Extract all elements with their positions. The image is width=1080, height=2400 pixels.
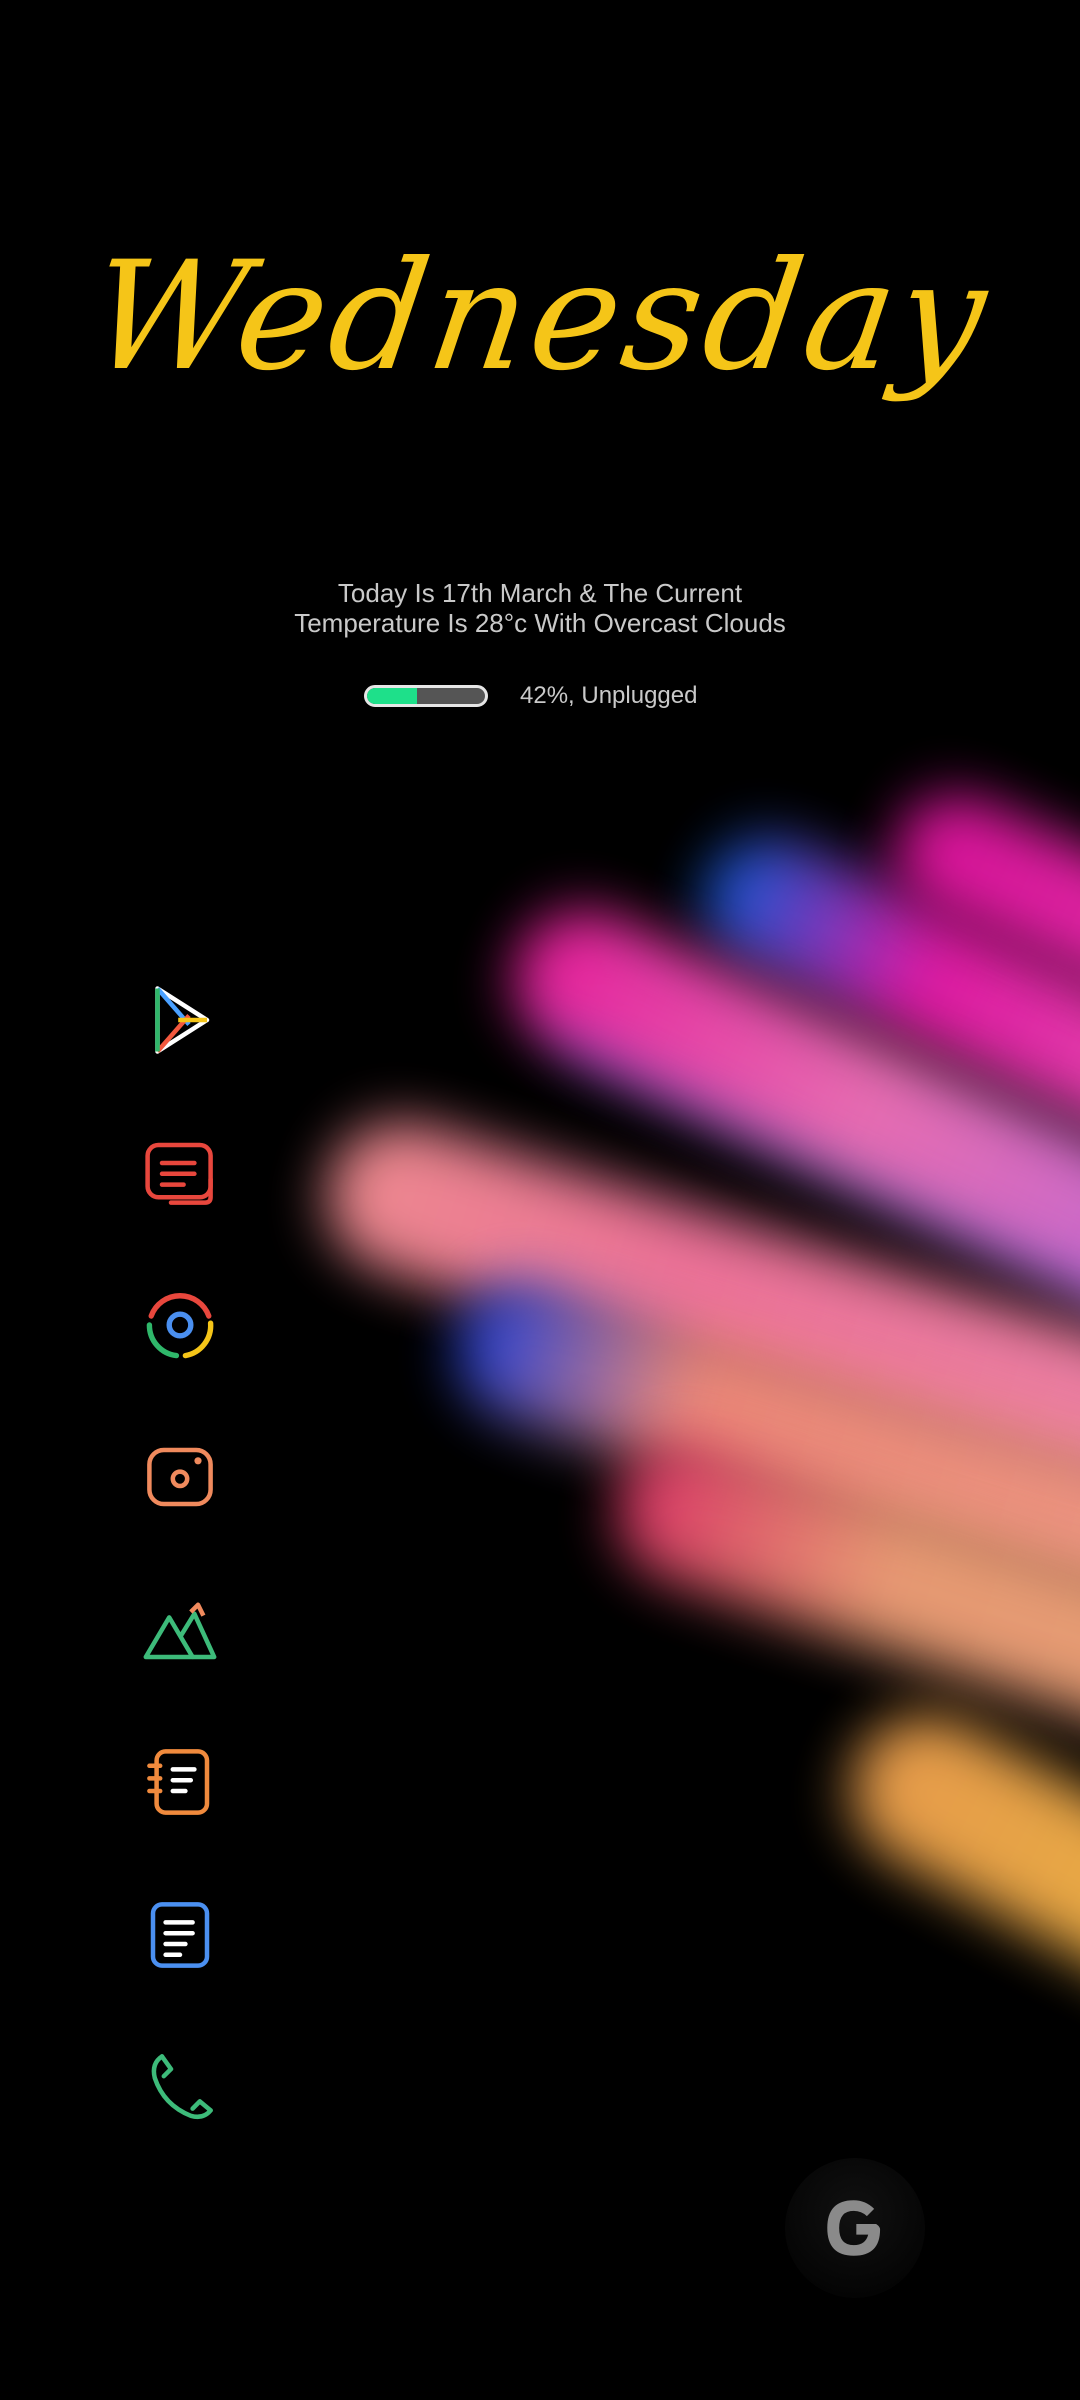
chrome-icon <box>146 1293 214 1359</box>
app-gallery[interactable] <box>130 1580 230 1680</box>
app-phone[interactable] <box>130 2037 230 2137</box>
app-camera[interactable] <box>130 1427 230 1527</box>
battery-bar <box>364 685 488 707</box>
phone-icon <box>151 2054 213 2120</box>
day-title: Wednesday <box>80 230 1000 404</box>
gallery-icon <box>143 1602 217 1660</box>
battery-fill <box>367 688 417 704</box>
google-icon <box>827 2200 881 2256</box>
battery-label: 42%, Unplugged <box>520 682 698 709</box>
app-notes[interactable] <box>130 1885 230 1985</box>
info-line-1: Today Is 17th March & The Current <box>337 578 743 608</box>
app-messages[interactable] <box>130 1122 230 1222</box>
weather-info: Today Is 17th March & The Current Temper… <box>0 578 1080 638</box>
app-chrome[interactable] <box>130 1275 230 1375</box>
messages-icon <box>145 1142 213 1205</box>
app-play-store[interactable] <box>130 970 230 1070</box>
wallpaper-stroke <box>824 1688 1080 2019</box>
info-line-2: Temperature Is 28°c With Overcast Clouds <box>294 608 786 638</box>
play-store-icon <box>155 986 210 1054</box>
camera-icon <box>147 1447 213 1507</box>
app-contacts[interactable] <box>130 1732 230 1832</box>
notes-icon <box>150 1902 210 1968</box>
contacts-icon <box>147 1749 210 1815</box>
google-search-button[interactable] <box>785 2158 925 2298</box>
